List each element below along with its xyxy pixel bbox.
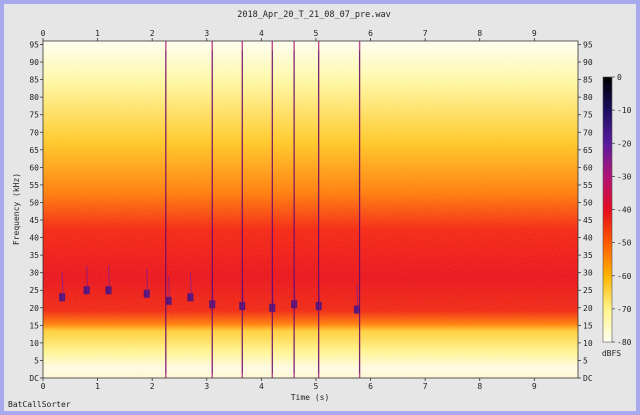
y-tick-right-label-5: 25 <box>583 286 593 295</box>
colorbar-label: dBFS <box>602 349 621 358</box>
colorbar-tick-label-5: -50 <box>617 239 632 248</box>
bat-call-1 <box>83 286 90 295</box>
y-tick-left-label-15: 75 <box>29 111 39 120</box>
spectrogram-noise-texture <box>43 41 578 378</box>
y-tick-left-label-12: 60 <box>29 163 39 172</box>
y-ticks-left: DC 5 10 15 20 25 30 35 40 45 50 55 60 65 70 75 80 85 90 95 <box>29 41 43 383</box>
y-tick-right-label-0: DC <box>583 374 593 383</box>
y-tick-right-label-6: 30 <box>583 269 593 278</box>
x-tick-bottom-label-2: 2 <box>150 382 155 391</box>
colorbar-tick-label-4: -40 <box>617 206 632 215</box>
colorbar: 0 -10 -20 -30 -40 -50 -60 -70 -80 dBFS <box>602 73 632 358</box>
colorbar-tick-label-0: 0 <box>617 73 622 82</box>
x-ticks-bottom: 0 1 2 3 4 5 6 7 8 9 <box>41 378 537 391</box>
y-tick-right-label-16: 80 <box>583 93 593 102</box>
y-tick-left-label-13: 65 <box>29 146 39 155</box>
x-tick-bottom-label-8: 8 <box>477 382 482 391</box>
x-tick-top-label-5: 5 <box>314 29 319 38</box>
y-tick-left-label-17: 85 <box>29 76 39 85</box>
y-tick-right-label-17: 85 <box>583 76 593 85</box>
y-tick-left-label-3: 15 <box>29 321 39 330</box>
x-tick-top-label-1: 1 <box>95 29 100 38</box>
app-brand: BatCallSorter <box>8 400 71 409</box>
y-ticks-right: DC 5 10 15 20 25 30 35 40 45 50 55 60 65 70 75 80 85 90 95 <box>578 41 593 383</box>
y-tick-left-label-5: 25 <box>29 286 39 295</box>
x-tick-top-label-6: 6 <box>368 29 373 38</box>
spectrogram-chart: 2018_Apr_20_T_21_08_07_pre.wav 012345678… <box>12 10 632 402</box>
y-tick-right-label-7: 35 <box>583 251 593 260</box>
x-axis-label: Time (s) <box>291 393 330 402</box>
x-tick-bottom-label-4: 4 <box>259 382 264 391</box>
y-tick-left-label-8: 40 <box>29 234 39 243</box>
colorbar-tick-label-2: -20 <box>617 139 632 148</box>
colorbar-ticks: 0 -10 -20 -30 -40 -50 -60 -70 -80 <box>612 73 632 347</box>
y-tick-right-label-15: 75 <box>583 111 593 120</box>
y-tick-right-label-14: 70 <box>583 128 593 137</box>
x-tick-top-label-8: 8 <box>477 29 482 38</box>
colorbar-tick-label-1: -10 <box>617 106 632 115</box>
x-tick-bottom-label-1: 1 <box>95 382 100 391</box>
y-tick-left-label-16: 80 <box>29 93 39 102</box>
x-tick-top-label-7: 7 <box>423 29 428 38</box>
y-tick-left-label-18: 90 <box>29 58 39 67</box>
x-ticks-top: 0 1 2 3 4 5 6 7 8 9 <box>41 29 537 41</box>
y-tick-left-label-1: 5 <box>34 356 39 365</box>
x-tick-bottom-label-6: 6 <box>368 382 373 391</box>
y-tick-right-label-13: 65 <box>583 146 593 155</box>
y-tick-right-label-8: 40 <box>583 234 593 243</box>
y-tick-left-label-4: 20 <box>29 304 39 313</box>
y-tick-right-label-10: 50 <box>583 198 593 207</box>
x-tick-bottom-label-3: 3 <box>204 382 209 391</box>
y-tick-left-label-7: 35 <box>29 251 39 260</box>
bat-call-5 <box>187 293 194 302</box>
x-tick-bottom-label-0: 0 <box>41 382 46 391</box>
x-tick-bottom-label-7: 7 <box>423 382 428 391</box>
y-tick-right-label-3: 15 <box>583 321 593 330</box>
y-tick-right-label-18: 90 <box>583 58 593 67</box>
y-tick-left-label-19: 95 <box>29 41 39 50</box>
y-tick-right-label-11: 55 <box>583 181 593 190</box>
colorbar-tick-label-8: -80 <box>617 338 632 347</box>
chart-title: 2018_Apr_20_T_21_08_07_pre.wav <box>237 10 391 20</box>
bat-call-2 <box>105 286 112 295</box>
y-tick-right-label-19: 95 <box>583 41 593 50</box>
x-tick-bottom-label-5: 5 <box>314 382 319 391</box>
y-tick-left-label-0: DC <box>29 374 39 383</box>
spectrogram-window: 2018_Apr_20_T_21_08_07_pre.wav 012345678… <box>4 4 636 411</box>
y-tick-left-label-11: 55 <box>29 181 39 190</box>
colorbar-tick-label-6: -60 <box>617 272 632 281</box>
bat-call-0 <box>59 293 66 302</box>
y-tick-left-label-10: 50 <box>29 198 39 207</box>
plot-area <box>42 40 579 379</box>
x-tick-top-label-3: 3 <box>204 29 209 38</box>
y-tick-right-label-1: 5 <box>583 356 588 365</box>
y-tick-left-label-6: 30 <box>29 269 39 278</box>
x-tick-bottom-label-9: 9 <box>532 382 537 391</box>
bat-call-3 <box>143 289 150 298</box>
x-tick-top-label-0: 0 <box>41 29 46 38</box>
colorbar-tick-label-3: -30 <box>617 172 632 181</box>
x-tick-top-label-9: 9 <box>532 29 537 38</box>
y-tick-right-label-2: 10 <box>583 339 593 348</box>
y-tick-right-label-12: 60 <box>583 163 593 172</box>
y-tick-left-label-2: 10 <box>29 339 39 348</box>
y-tick-right-label-9: 45 <box>583 216 593 225</box>
colorbar-scale <box>602 76 613 343</box>
x-tick-top-label-4: 4 <box>259 29 264 38</box>
y-tick-left-label-9: 45 <box>29 216 39 225</box>
y-axis-label: Frequency (kHz) <box>12 173 21 245</box>
colorbar-tick-label-7: -70 <box>617 305 632 314</box>
x-tick-top-label-2: 2 <box>150 29 155 38</box>
y-tick-right-label-4: 20 <box>583 304 593 313</box>
y-tick-left-label-14: 70 <box>29 128 39 137</box>
